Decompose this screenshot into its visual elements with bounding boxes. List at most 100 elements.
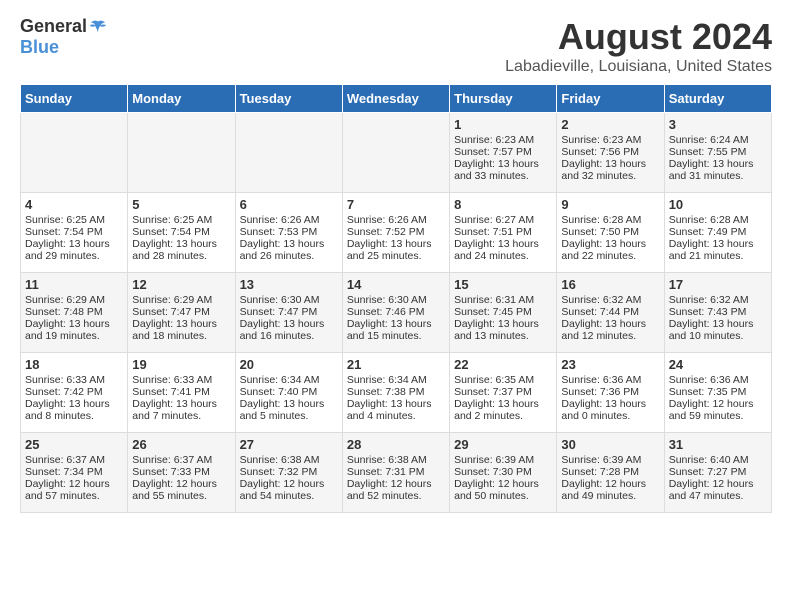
cell-text: Daylight: 13 hours and 31 minutes. [669, 158, 767, 182]
calendar-cell: 25Sunrise: 6:37 AMSunset: 7:34 PMDayligh… [21, 433, 128, 513]
cell-text: Sunrise: 6:30 AM [347, 294, 445, 306]
calendar-cell: 14Sunrise: 6:30 AMSunset: 7:46 PMDayligh… [342, 273, 449, 353]
calendar-cell: 8 Sunrise: 6:27 AMSunset: 7:51 PMDaylight… [450, 193, 557, 273]
calendar-cell: 19 Sunrise: 6:33 AMSunset: 7:41 PMDayligh… [128, 353, 235, 433]
day-number: 28 [347, 437, 445, 452]
calendar-cell: 10Sunrise: 6:28 AMSunset: 7:49 PMDayligh… [664, 193, 771, 273]
day-number: 27 [240, 437, 338, 452]
cell-text: Sunset: 7:54 PM [25, 226, 123, 238]
cell-text: Daylight: 13 hours and 16 minutes. [240, 318, 338, 342]
cell-text: Daylight: 12 hours and 54 minutes. [240, 478, 338, 502]
logo-bird-icon [89, 18, 107, 36]
cell-text: Sunset: 7:34 PM [25, 466, 123, 478]
cell-text: Daylight: 13 hours and 5 minutes. [240, 398, 338, 422]
title-section: August 2024 Labadieville, Louisiana, Uni… [505, 16, 772, 76]
cell-text: Sunset: 7:51 PM [454, 226, 552, 238]
day-number: 15 [454, 277, 552, 292]
calendar-cell: 1 Sunrise: 6:23 AMSunset: 7:57 PMDaylight… [450, 113, 557, 193]
cell-text: Daylight: 13 hours and 18 minutes. [132, 318, 230, 342]
cell-text: Sunset: 7:30 PM [454, 466, 552, 478]
cell-text: Sunrise: 6:29 AM [25, 294, 123, 306]
cell-text: Sunset: 7:52 PM [347, 226, 445, 238]
calendar-cell: 17Sunrise: 6:32 AMSunset: 7:43 PMDayligh… [664, 273, 771, 353]
cell-text: Sunrise: 6:34 AM [240, 374, 338, 386]
cell-text: Sunset: 7:54 PM [132, 226, 230, 238]
day-number: 14 [347, 277, 445, 292]
cell-text: Sunset: 7:57 PM [454, 146, 552, 158]
cell-text: Sunset: 7:38 PM [347, 386, 445, 398]
cell-text: Daylight: 13 hours and 0 minutes. [561, 398, 659, 422]
cell-text: Daylight: 12 hours and 57 minutes. [25, 478, 123, 502]
page-subtitle: Labadieville, Louisiana, United States [505, 58, 772, 76]
logo-blue-text: Blue [20, 37, 59, 58]
cell-text: Sunset: 7:44 PM [561, 306, 659, 318]
cell-text: Sunrise: 6:36 AM [669, 374, 767, 386]
logo-general-text: General [20, 16, 87, 37]
cell-text: Daylight: 12 hours and 52 minutes. [347, 478, 445, 502]
cell-text: Daylight: 12 hours and 49 minutes. [561, 478, 659, 502]
header-wednesday: Wednesday [342, 85, 449, 113]
cell-text: Sunset: 7:43 PM [669, 306, 767, 318]
cell-text: Sunset: 7:48 PM [25, 306, 123, 318]
day-number: 8 [454, 197, 552, 212]
cell-text: Daylight: 12 hours and 59 minutes. [669, 398, 767, 422]
cell-text: Daylight: 13 hours and 22 minutes. [561, 238, 659, 262]
cell-text: Sunset: 7:36 PM [561, 386, 659, 398]
calendar-cell: 23 Sunrise: 6:36 AMSunset: 7:36 PMDayligh… [557, 353, 664, 433]
day-number: 4 [25, 197, 123, 212]
day-number: 3 [669, 117, 767, 132]
cell-text: Sunrise: 6:25 AM [132, 214, 230, 226]
cell-text: Sunrise: 6:31 AM [454, 294, 552, 306]
cell-text: Daylight: 13 hours and 33 minutes. [454, 158, 552, 182]
cell-text: Daylight: 13 hours and 7 minutes. [132, 398, 230, 422]
cell-text: Sunrise: 6:38 AM [240, 454, 338, 466]
cell-text: Sunrise: 6:36 AM [561, 374, 659, 386]
cell-text: Sunrise: 6:33 AM [132, 374, 230, 386]
cell-text: Sunrise: 6:23 AM [454, 134, 552, 146]
cell-text: Sunset: 7:49 PM [669, 226, 767, 238]
cell-text: Sunset: 7:33 PM [132, 466, 230, 478]
cell-text: Sunrise: 6:40 AM [669, 454, 767, 466]
calendar-cell [128, 113, 235, 193]
cell-text: Daylight: 13 hours and 10 minutes. [669, 318, 767, 342]
header-row: SundayMondayTuesdayWednesdayThursdayFrid… [21, 85, 772, 113]
header-sunday: Sunday [21, 85, 128, 113]
cell-text: Sunrise: 6:33 AM [25, 374, 123, 386]
day-number: 18 [25, 357, 123, 372]
cell-text: Sunset: 7:42 PM [25, 386, 123, 398]
cell-text: Daylight: 13 hours and 25 minutes. [347, 238, 445, 262]
page-header: General Blue August 2024 Labadieville, L… [20, 16, 772, 76]
header-tuesday: Tuesday [235, 85, 342, 113]
cell-text: Sunrise: 6:24 AM [669, 134, 767, 146]
cell-text: Sunrise: 6:38 AM [347, 454, 445, 466]
day-number: 19 [132, 357, 230, 372]
cell-text: Sunrise: 6:27 AM [454, 214, 552, 226]
cell-text: Sunset: 7:46 PM [347, 306, 445, 318]
day-number: 26 [132, 437, 230, 452]
cell-text: Sunrise: 6:23 AM [561, 134, 659, 146]
cell-text: Sunset: 7:41 PM [132, 386, 230, 398]
cell-text: Daylight: 13 hours and 26 minutes. [240, 238, 338, 262]
cell-text: Sunrise: 6:35 AM [454, 374, 552, 386]
day-number: 25 [25, 437, 123, 452]
day-number: 20 [240, 357, 338, 372]
day-number: 5 [132, 197, 230, 212]
calendar-cell [235, 113, 342, 193]
cell-text: Sunset: 7:47 PM [132, 306, 230, 318]
day-number: 31 [669, 437, 767, 452]
week-row-1: 1Sunrise: 6:23 AMSunset: 7:57 PMDaylight… [21, 113, 772, 193]
calendar-cell: 12Sunrise: 6:29 AMSunset: 7:47 PMDayligh… [128, 273, 235, 353]
day-number: 23 [561, 357, 659, 372]
page-title: August 2024 [505, 16, 772, 58]
cell-text: Daylight: 13 hours and 19 minutes. [25, 318, 123, 342]
calendar-cell [342, 113, 449, 193]
cell-text: Daylight: 13 hours and 24 minutes. [454, 238, 552, 262]
cell-text: Sunrise: 6:37 AM [132, 454, 230, 466]
cell-text: Sunset: 7:32 PM [240, 466, 338, 478]
header-friday: Friday [557, 85, 664, 113]
week-row-3: 11Sunrise: 6:29 AMSunset: 7:48 PMDayligh… [21, 273, 772, 353]
day-number: 12 [132, 277, 230, 292]
calendar-cell: 6Sunrise: 6:26 AMSunset: 7:53 PMDaylight… [235, 193, 342, 273]
calendar-table: SundayMondayTuesdayWednesdayThursdayFrid… [20, 84, 772, 513]
day-number: 1 [454, 117, 552, 132]
